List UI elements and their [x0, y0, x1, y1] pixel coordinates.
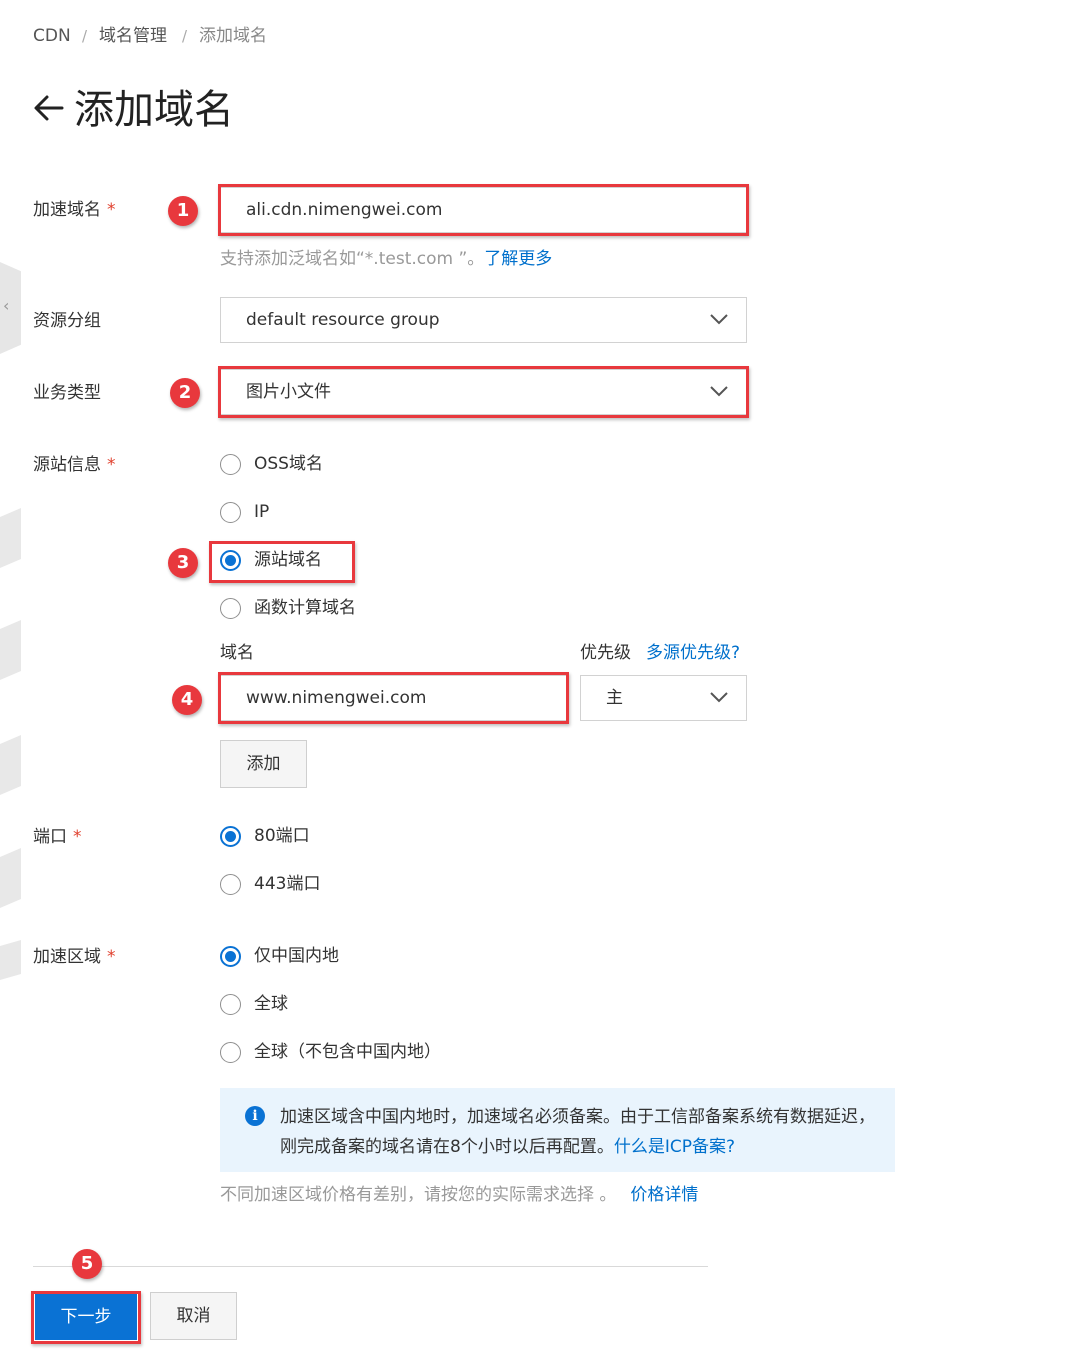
radio-button[interactable] — [220, 501, 241, 523]
side-decoration — [0, 620, 21, 680]
radio-button[interactable] — [220, 597, 241, 619]
origin-label: 源站信息 * — [33, 455, 116, 475]
icp-info-notice: i 加速区域含中国内地时，加速域名必须备案。由于工信部备案系统有数据延迟，刚完成… — [220, 1088, 895, 1172]
icp-filing-link[interactable]: 什么是ICP备案? — [614, 1137, 735, 1157]
annotation-badge-1: 1 — [168, 196, 198, 226]
chevron-down-icon — [710, 692, 728, 703]
priority-column-label: 优先级 — [580, 643, 631, 663]
breadcrumb-item-add-domain: 添加域名 — [199, 26, 267, 46]
page-title: 添加域名 — [74, 87, 234, 133]
icp-info-text: 加速区域含中国内地时，加速域名必须备案。由于工信部备案系统有数据延迟，刚完成备案… — [280, 1107, 875, 1157]
radio-button[interactable] — [220, 873, 241, 895]
breadcrumb-separator: / — [182, 27, 188, 45]
footer-divider — [33, 1266, 708, 1267]
radio-button[interactable] — [220, 993, 241, 1015]
sidebar-collapse-handle[interactable]: ‹ — [0, 262, 21, 354]
region-option-mainland[interactable]: 仅中国内地 — [220, 944, 339, 968]
region-option-global[interactable]: 全球 — [220, 992, 288, 1016]
price-details-link[interactable]: 价格详情 — [630, 1185, 698, 1205]
annotation-highlight-box — [218, 366, 749, 418]
side-decoration — [0, 848, 21, 908]
annotation-highlight-box — [31, 1291, 141, 1344]
origin-option-oss[interactable]: OSS域名 — [220, 452, 323, 476]
radio-button[interactable] — [220, 1041, 241, 1063]
radio-button-selected[interactable] — [220, 825, 241, 847]
priority-value: 主 — [606, 688, 623, 708]
resource-group-select[interactable]: default resource group — [220, 297, 747, 343]
breadcrumb-item-cdn[interactable]: CDN — [33, 24, 71, 48]
learn-more-link[interactable]: 了解更多 — [484, 249, 552, 269]
chevron-down-icon — [710, 314, 728, 325]
cancel-button[interactable]: 取消 — [150, 1292, 237, 1340]
price-hint: 不同加速区域价格有差别，请按您的实际需求选择 。价格详情 — [220, 1185, 699, 1205]
origin-option-ip[interactable]: IP — [220, 500, 269, 524]
port-option-443[interactable]: 443端口 — [220, 872, 320, 896]
port-option-80[interactable]: 80端口 — [220, 824, 310, 848]
port-label: 端口 * — [33, 827, 82, 847]
business-type-label: 业务类型 — [33, 383, 101, 403]
annotation-badge-2: 2 — [170, 378, 200, 408]
annotation-badge-4: 4 — [172, 685, 202, 715]
radio-button-selected[interactable] — [220, 945, 241, 967]
side-decoration — [0, 508, 21, 568]
region-option-global-excl-mainland[interactable]: 全球（不包含中国内地） — [220, 1040, 441, 1064]
resource-group-label: 资源分组 — [33, 311, 101, 331]
origin-option-function-compute[interactable]: 函数计算域名 — [220, 596, 356, 620]
annotation-highlight-box — [218, 672, 569, 724]
domain-hint: 支持添加泛域名如“*.test.com ”。了解更多 — [220, 249, 553, 269]
annotation-highlight-box — [218, 184, 749, 236]
resource-group-value: default resource group — [246, 310, 440, 330]
back-arrow-icon[interactable] — [32, 86, 66, 130]
chevron-left-icon: ‹ — [3, 296, 10, 315]
annotation-badge-5: 5 — [72, 1249, 102, 1279]
origin-domain-column-label: 域名 — [220, 643, 254, 663]
priority-select[interactable]: 主 — [580, 675, 747, 721]
info-icon: i — [245, 1106, 265, 1126]
side-decoration — [0, 735, 21, 795]
side-decoration — [0, 940, 21, 980]
domain-label: 加速域名 * — [33, 200, 116, 220]
breadcrumb-separator: / — [82, 27, 88, 45]
annotation-highlight-box — [209, 541, 355, 583]
multi-origin-priority-link[interactable]: 多源优先级? — [646, 641, 740, 665]
radio-button[interactable] — [220, 453, 241, 475]
region-label: 加速区域 * — [33, 947, 116, 967]
breadcrumb-item-domain-management[interactable]: 域名管理 — [99, 24, 167, 48]
add-origin-button[interactable]: 添加 — [220, 740, 307, 788]
annotation-badge-3: 3 — [168, 548, 198, 578]
